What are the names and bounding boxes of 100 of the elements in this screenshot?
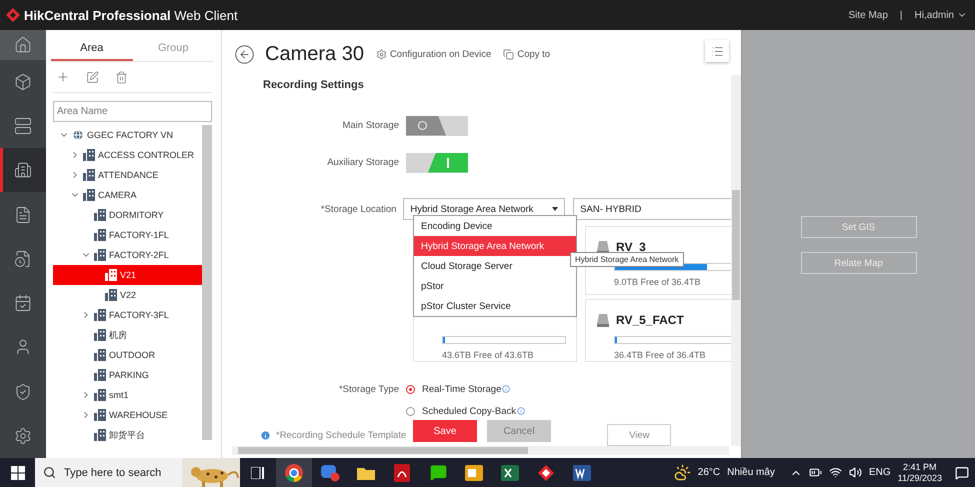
building-icon bbox=[94, 329, 106, 341]
building-icon bbox=[94, 409, 106, 421]
info-icon bbox=[517, 407, 525, 415]
app-title: HikCentral Professional Web Client bbox=[24, 8, 238, 22]
browser-icon[interactable] bbox=[276, 458, 312, 487]
building-icon bbox=[14, 161, 32, 180]
save-button[interactable]: Save bbox=[413, 420, 477, 442]
radio-label: Real-Time Storage bbox=[422, 384, 502, 394]
shield-icon bbox=[14, 382, 32, 401]
volume-icon[interactable] bbox=[848, 466, 862, 479]
server-field[interactable]: SAN- HYBRID bbox=[573, 198, 731, 220]
report-icon bbox=[14, 206, 32, 224]
view-button[interactable]: View bbox=[607, 424, 672, 446]
building-icon bbox=[83, 169, 95, 181]
schedule-icon bbox=[14, 250, 32, 268]
tree-item[interactable]: 卸货平台 bbox=[53, 425, 202, 445]
notification-icon[interactable] bbox=[955, 466, 969, 480]
separator: | bbox=[900, 10, 903, 20]
building-icon bbox=[94, 369, 106, 381]
building-icon bbox=[83, 189, 95, 201]
tree-item[interactable]: FACTORY-2FL bbox=[53, 245, 202, 265]
building-icon bbox=[83, 149, 95, 161]
weather-icon[interactable] bbox=[674, 464, 691, 481]
info-icon bbox=[502, 385, 510, 393]
field-label: *Storage Type bbox=[338, 384, 400, 394]
tab[interactable]: Area bbox=[51, 30, 132, 61]
logo-icon bbox=[6, 8, 20, 22]
building-icon bbox=[94, 209, 106, 221]
field-label: Auxiliary Storage bbox=[326, 157, 400, 168]
cube-icon bbox=[14, 72, 32, 91]
building-icon bbox=[94, 429, 106, 441]
language-indicator[interactable]: ENG bbox=[868, 467, 891, 478]
radio-label: Scheduled Copy-Back bbox=[422, 406, 516, 416]
tree-item[interactable]: ACCESS CONTROLER bbox=[53, 145, 202, 165]
dialog-title: Camera 30 bbox=[265, 43, 364, 66]
toggle-switch[interactable] bbox=[406, 116, 468, 136]
delete-icon[interactable] bbox=[115, 70, 128, 84]
capacity-text: 43.6TB Free of 43.6TB bbox=[442, 350, 535, 360]
tree-item[interactable]: V22 bbox=[53, 285, 202, 305]
search-icon bbox=[43, 466, 56, 479]
building-icon bbox=[94, 389, 106, 401]
tree-item[interactable]: PARKING bbox=[53, 365, 202, 385]
scrollbar[interactable] bbox=[731, 75, 741, 446]
clock[interactable]: 2:41 PM 11/29/2023 bbox=[898, 462, 942, 484]
tree-item[interactable]: CAMERA bbox=[53, 185, 202, 205]
info-icon bbox=[260, 430, 271, 440]
storage-name: RV_5_FACT bbox=[616, 313, 684, 327]
copy-icon bbox=[503, 49, 514, 60]
capacity-text: 9.0TB Free of 36.4TB bbox=[614, 277, 702, 287]
scrollbar[interactable] bbox=[202, 125, 212, 440]
edit-icon[interactable] bbox=[86, 70, 99, 84]
copy-link[interactable]: Copy to bbox=[503, 49, 550, 60]
tree-item[interactable]: DORMITORY bbox=[53, 205, 202, 225]
temperature: 26°C bbox=[698, 467, 720, 478]
storage-card[interactable]: RV_5_FACT 36.4TB Free of 36.4TB bbox=[585, 299, 731, 362]
building-icon bbox=[94, 249, 106, 261]
settings-icon bbox=[14, 426, 32, 445]
field-label: Main Storage bbox=[341, 120, 400, 131]
tree-item[interactable]: ATTENDANCE bbox=[53, 165, 202, 185]
tree-item[interactable]: 机房 bbox=[53, 325, 202, 345]
windows-icon[interactable] bbox=[10, 466, 24, 480]
tooltip: Hybrid Storage Area Network bbox=[570, 252, 684, 267]
scrollbar[interactable] bbox=[232, 446, 729, 455]
tree-item[interactable]: OUTDOOR bbox=[53, 345, 202, 365]
nav-item[interactable] bbox=[0, 30, 46, 60]
field-label: *Storage Location bbox=[320, 204, 398, 214]
calendar-icon bbox=[14, 294, 32, 312]
battery-icon[interactable] bbox=[808, 466, 822, 479]
add-icon[interactable] bbox=[56, 70, 70, 84]
user-menu[interactable]: Hi,admin bbox=[914, 10, 954, 20]
capacity-text: 36.4TB Free of 36.4TB bbox=[614, 350, 707, 360]
nav-item[interactable] bbox=[0, 148, 46, 192]
tree-item[interactable]: FACTORY-3FL bbox=[53, 305, 202, 325]
tree-item[interactable]: GGEC FACTORY VN bbox=[53, 125, 202, 145]
storage-name: RV_3 bbox=[616, 240, 646, 254]
field-label: *Recording Schedule Template bbox=[276, 430, 406, 440]
tree-item[interactable]: V21 bbox=[53, 265, 202, 285]
search-field[interactable]: Area Name bbox=[53, 101, 212, 122]
building-icon bbox=[105, 269, 117, 281]
tree-item[interactable]: smt1 bbox=[53, 385, 202, 405]
radio-button[interactable] bbox=[406, 406, 415, 416]
back-icon[interactable] bbox=[234, 44, 255, 65]
toggle-switch[interactable] bbox=[406, 152, 468, 172]
taskbar-search[interactable]: Type here to search bbox=[35, 458, 240, 487]
building-icon bbox=[105, 289, 117, 301]
weather-text: Nhiều mây bbox=[727, 467, 775, 478]
configuration-link[interactable]: Configuration on Device bbox=[376, 49, 492, 60]
home-icon bbox=[14, 36, 32, 54]
dropdown-option[interactable]: Hybrid Storage Area Network bbox=[414, 236, 576, 256]
building-icon bbox=[94, 229, 106, 241]
site-map-link[interactable]: Site Map bbox=[848, 10, 888, 20]
gear-icon bbox=[376, 49, 387, 60]
building-icon bbox=[94, 309, 106, 321]
tree-item[interactable]: FACTORY-1FL bbox=[53, 225, 202, 245]
radio-button[interactable] bbox=[406, 384, 415, 394]
server-icon bbox=[14, 116, 32, 135]
section-title: Recording Settings bbox=[263, 79, 365, 91]
tree-item[interactable]: WAREHOUSE bbox=[53, 405, 202, 425]
building-icon bbox=[94, 349, 106, 361]
globe-icon bbox=[72, 129, 84, 141]
